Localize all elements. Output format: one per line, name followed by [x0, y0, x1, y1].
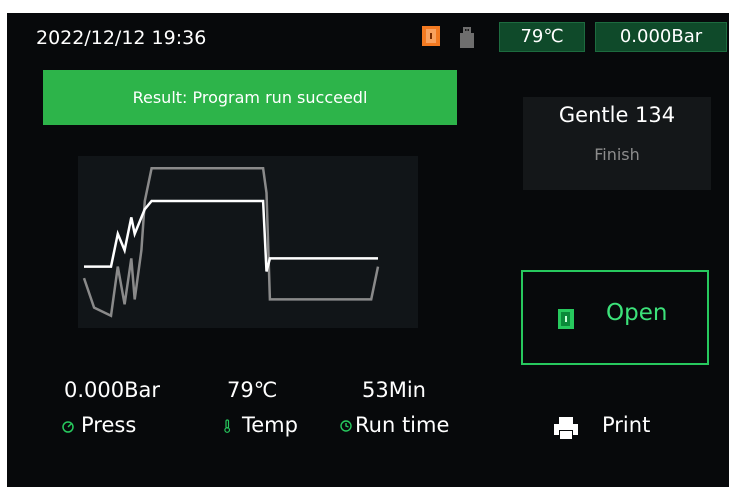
run-time-label: Run time	[355, 413, 450, 437]
open-door-button[interactable]: Open	[521, 270, 709, 365]
run-time-value: 53Min	[362, 378, 426, 402]
print-label: Print	[602, 413, 651, 437]
series-line-1	[82, 166, 380, 318]
print-button[interactable]: Print	[553, 411, 673, 447]
program-curve-chart	[78, 156, 418, 328]
door-open-icon	[558, 309, 574, 329]
pressure-icon	[62, 421, 74, 433]
program-name: Gentle 134	[558, 103, 676, 127]
result-banner: Result: Program run succeedl	[43, 70, 457, 125]
temperature-badge: 79℃	[499, 22, 585, 52]
program-panel: Gentle 134 Finish	[523, 97, 711, 190]
temperature-value: 79℃	[227, 378, 278, 402]
open-button-label: Open	[606, 300, 668, 326]
thermometer-icon	[224, 419, 231, 433]
series-line-0	[84, 199, 378, 272]
controller-screen: 2022/12/12 19:36 79℃ 0.000Bar Result: Pr…	[7, 13, 729, 487]
datetime-display: 2022/12/12 19:36	[36, 27, 207, 49]
temperature-label: Temp	[242, 413, 298, 437]
printer-icon	[554, 417, 578, 439]
pressure-value: 0.000Bar	[64, 378, 161, 402]
program-status: Finish	[594, 145, 640, 164]
pressure-label: Press	[81, 413, 137, 437]
chart-svg	[82, 166, 380, 318]
clock-icon	[340, 420, 352, 432]
pressure-badge: 0.000Bar	[595, 22, 727, 52]
door-open-icon	[422, 26, 440, 46]
usb-icon	[460, 27, 474, 48]
